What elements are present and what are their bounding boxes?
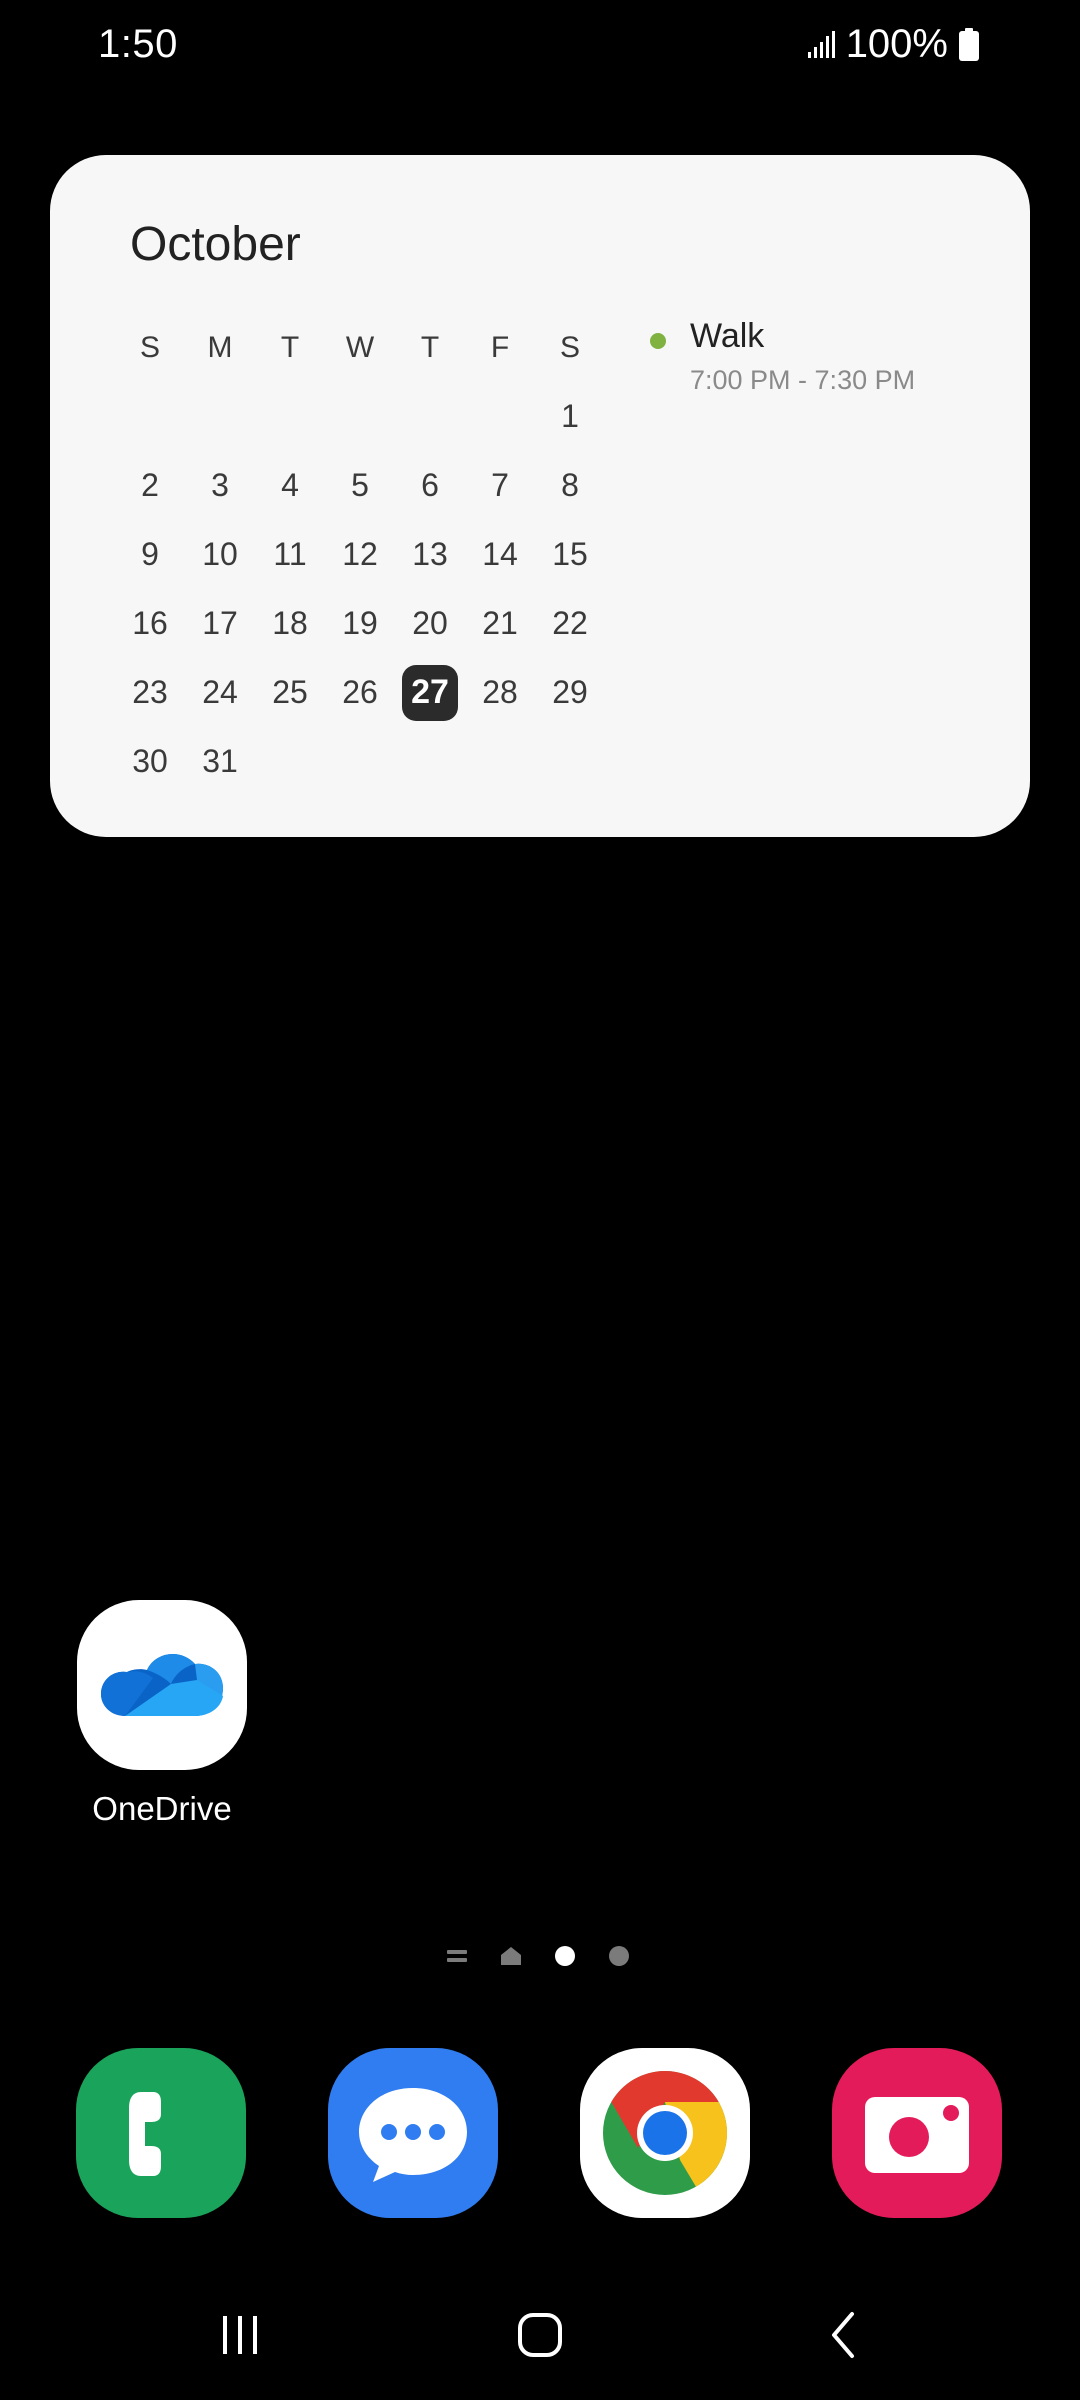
- dock: [0, 2048, 1080, 2220]
- calendar-day[interactable]: 11: [255, 520, 325, 589]
- apps-list-icon[interactable]: [445, 1944, 469, 1968]
- calendar-day: [325, 382, 395, 451]
- calendar-day[interactable]: 6: [395, 451, 465, 520]
- calendar-day: [535, 727, 605, 796]
- event-title: Walk: [690, 317, 765, 355]
- calendar-day[interactable]: 26: [325, 658, 395, 727]
- calendar-day[interactable]: 3: [185, 451, 255, 520]
- weekday-header: W: [345, 330, 375, 364]
- status-icons: 100%: [806, 22, 980, 67]
- navigation-bar: [0, 2300, 1080, 2370]
- weekday-header: S: [139, 330, 160, 364]
- calendar-day[interactable]: 16: [115, 589, 185, 658]
- calendar-day[interactable]: 29: [535, 658, 605, 727]
- calendar-day[interactable]: 10: [185, 520, 255, 589]
- calendar-grid: S M T W T F S 1 2 3 4 5 6 7 8 9 10 11 12 13 14 15 16 17 18 19 20 21…: [115, 313, 605, 796]
- calendar-day: [185, 382, 255, 451]
- calendar-day[interactable]: 28: [465, 658, 535, 727]
- onedrive-icon[interactable]: [77, 1600, 247, 1770]
- weekday-header: M: [207, 330, 233, 364]
- calendar-day[interactable]: 19: [325, 589, 395, 658]
- calendar-day: [255, 382, 325, 451]
- calendar-day: [395, 727, 465, 796]
- calendar-day[interactable]: 21: [465, 589, 535, 658]
- camera-icon[interactable]: [832, 2048, 1002, 2218]
- calendar-day[interactable]: 1: [535, 382, 605, 451]
- phone-icon[interactable]: [76, 2048, 246, 2218]
- calendar-day[interactable]: 13: [395, 520, 465, 589]
- calendar-widget[interactable]: October S M T W T F S 1 2 3 4 5 6 7 8 9 10 11 12 13 14 15 16 17…: [50, 155, 1030, 837]
- battery-percent: 100%: [845, 22, 948, 66]
- calendar-day[interactable]: 20: [395, 589, 465, 658]
- weekday-header: S: [559, 330, 580, 364]
- page-dot-active[interactable]: [553, 1944, 577, 1968]
- home-screen: 1:50 100% October S M T W T F S 1 2 3 4 5 6 7 8 9 10 11 12…: [0, 0, 1080, 2400]
- calendar-day[interactable]: 4: [255, 451, 325, 520]
- calendar-day[interactable]: 7: [465, 451, 535, 520]
- signal-icon: [807, 30, 835, 58]
- calendar-day[interactable]: 12: [325, 520, 395, 589]
- calendar-day[interactable]: 18: [255, 589, 325, 658]
- calendar-day[interactable]: 25: [255, 658, 325, 727]
- calendar-day[interactable]: 31: [185, 727, 255, 796]
- status-bar: 1:50 100%: [0, 0, 1080, 96]
- calendar-day[interactable]: 2: [115, 451, 185, 520]
- app-onedrive[interactable]: OneDrive: [77, 1600, 247, 1828]
- calendar-day: [255, 727, 325, 796]
- calendar-day[interactable]: 9: [115, 520, 185, 589]
- back-icon[interactable]: [805, 2300, 885, 2370]
- calendar-day: [325, 727, 395, 796]
- calendar-day[interactable]: 8: [535, 451, 605, 520]
- calendar-day[interactable]: 17: [185, 589, 255, 658]
- event-color-dot: [650, 333, 666, 349]
- calendar-day: [115, 382, 185, 451]
- app-label-onedrive: OneDrive: [92, 1790, 232, 1827]
- event-time: 7:00 PM - 7:30 PM: [690, 365, 916, 395]
- calendar-day: [395, 382, 465, 451]
- calendar-day[interactable]: 5: [325, 451, 395, 520]
- page-indicator[interactable]: [445, 1944, 631, 1968]
- home-icon[interactable]: [499, 1944, 523, 1968]
- onedrive-cloud-icon: [101, 1653, 223, 1716]
- weekday-header: T: [280, 330, 300, 364]
- calendar-day[interactable]: 23: [115, 658, 185, 727]
- chrome-icon[interactable]: [580, 2048, 750, 2218]
- battery-icon: [959, 27, 979, 61]
- weekday-header: T: [420, 330, 440, 364]
- calendar-day[interactable]: 30: [115, 727, 185, 796]
- home-button-icon[interactable]: [500, 2300, 580, 2370]
- calendar-day[interactable]: 15: [535, 520, 605, 589]
- calendar-day[interactable]: 14: [465, 520, 535, 589]
- calendar-day[interactable]: 22: [535, 589, 605, 658]
- page-dot[interactable]: [607, 1944, 631, 1968]
- calendar-day-today[interactable]: 27: [395, 658, 465, 727]
- calendar-day: [465, 382, 535, 451]
- status-time: 1:50: [98, 22, 178, 66]
- recents-icon[interactable]: [200, 2300, 280, 2370]
- calendar-day[interactable]: 24: [185, 658, 255, 727]
- calendar-day: [465, 727, 535, 796]
- messages-icon[interactable]: [328, 2048, 498, 2218]
- weekday-header: F: [490, 330, 510, 364]
- calendar-month: October: [130, 218, 301, 271]
